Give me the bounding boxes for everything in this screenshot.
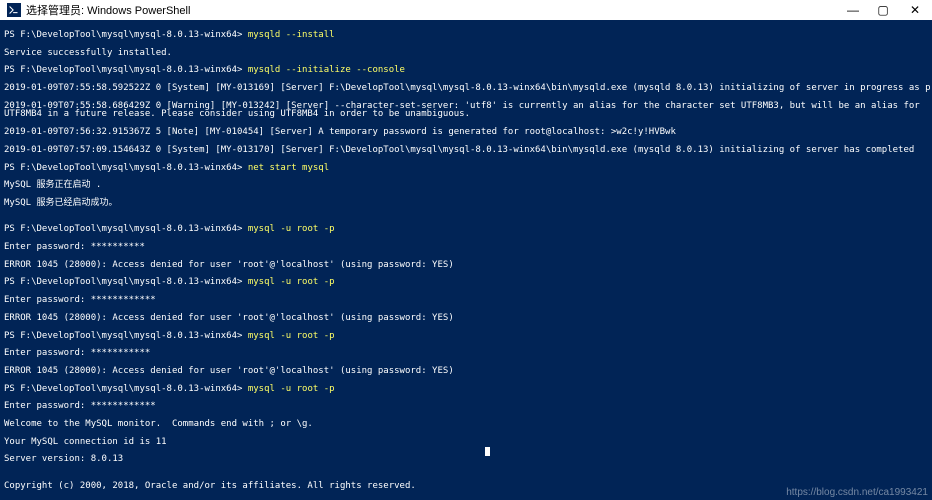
term-line: Welcome to the MySQL monitor. Commands e…: [4, 420, 928, 429]
term-line: Service successfully installed.: [4, 49, 928, 58]
cursor-icon: [485, 447, 490, 456]
command: mysql -u root -p: [248, 384, 335, 394]
term-line: Enter password: ***********: [4, 349, 928, 358]
minimize-button[interactable]: —: [838, 0, 868, 20]
window-title: 选择管理员: Windows PowerShell: [26, 2, 838, 18]
command: mysqld --initialize --console: [248, 65, 405, 75]
term-line: 2019-01-09T07:55:58.686429Z 0 [Warning] …: [4, 102, 928, 120]
window-controls: — ▢ ✕: [838, 0, 932, 20]
command: mysql -u root -p: [248, 331, 335, 341]
term-line: Enter password: **********: [4, 243, 928, 252]
term-line: PS F:\DevelopTool\mysql\mysql-8.0.13-win…: [4, 278, 928, 287]
term-line: PS F:\DevelopTool\mysql\mysql-8.0.13-win…: [4, 225, 928, 234]
powershell-icon: [6, 2, 22, 18]
term-line: Enter password: ************: [4, 402, 928, 411]
term-line: 2019-01-09T07:56:32.915367Z 5 [Note] [MY…: [4, 128, 928, 137]
term-line: PS F:\DevelopTool\mysql\mysql-8.0.13-win…: [4, 31, 928, 40]
term-line: MySQL 服务已经启动成功。: [4, 199, 928, 208]
terminal-output[interactable]: PS F:\DevelopTool\mysql\mysql-8.0.13-win…: [0, 20, 932, 500]
term-line: MySQL 服务正在启动 .: [4, 181, 928, 190]
term-line: PS F:\DevelopTool\mysql\mysql-8.0.13-win…: [4, 66, 928, 75]
watermark: https://blog.csdn.net/ca1993421: [786, 489, 928, 498]
maximize-button[interactable]: ▢: [868, 0, 898, 20]
close-button[interactable]: ✕: [898, 0, 932, 20]
command: net start mysql: [248, 163, 329, 173]
titlebar[interactable]: 选择管理员: Windows PowerShell — ▢ ✕: [0, 0, 932, 20]
term-line: Your MySQL connection id is 11: [4, 438, 928, 447]
command: mysql -u root -p: [248, 224, 335, 234]
term-line: ERROR 1045 (28000): Access denied for us…: [4, 314, 928, 323]
term-line: ERROR 1045 (28000): Access denied for us…: [4, 261, 928, 270]
term-line: 2019-01-09T07:55:58.592522Z 0 [System] […: [4, 84, 928, 93]
term-line: PS F:\DevelopTool\mysql\mysql-8.0.13-win…: [4, 332, 928, 341]
command: mysql -u root -p: [248, 277, 335, 287]
term-line: PS F:\DevelopTool\mysql\mysql-8.0.13-win…: [4, 164, 928, 173]
term-line: 2019-01-09T07:57:09.154643Z 0 [System] […: [4, 146, 928, 155]
term-line: PS F:\DevelopTool\mysql\mysql-8.0.13-win…: [4, 385, 928, 394]
term-line: Server version: 8.0.13: [4, 455, 928, 464]
command: mysqld --install: [248, 30, 335, 40]
powershell-window: 选择管理员: Windows PowerShell — ▢ ✕ PS F:\De…: [0, 0, 932, 500]
term-line: ERROR 1045 (28000): Access denied for us…: [4, 367, 928, 376]
term-line: Enter password: ************: [4, 296, 928, 305]
